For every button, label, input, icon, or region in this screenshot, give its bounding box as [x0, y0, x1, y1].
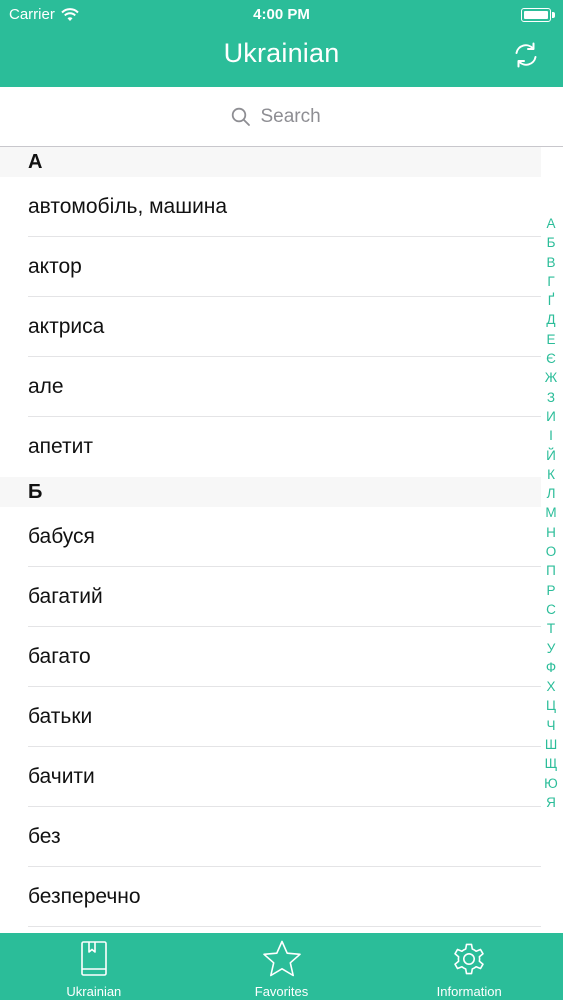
- index-letter[interactable]: Т: [543, 619, 559, 638]
- list-item[interactable]: багатий: [0, 567, 541, 627]
- index-letter[interactable]: Д: [543, 310, 559, 329]
- index-letter[interactable]: Р: [543, 581, 559, 600]
- index-letter[interactable]: З: [543, 388, 559, 407]
- list-item[interactable]: але: [0, 357, 541, 417]
- search-bar: [0, 87, 563, 147]
- index-letter[interactable]: О: [543, 542, 559, 561]
- index-letter[interactable]: Ф: [543, 658, 559, 677]
- index-letter[interactable]: И: [543, 407, 559, 426]
- index-letter[interactable]: У: [543, 639, 559, 658]
- list-item[interactable]: актриса: [0, 297, 541, 357]
- section-index[interactable]: А Б В Г Ґ Д Е Є Ж З И І Й К Л М Н О П Р …: [543, 214, 559, 812]
- index-letter[interactable]: Н: [543, 523, 559, 542]
- list-item[interactable]: апетит: [0, 417, 541, 477]
- index-letter[interactable]: Я: [543, 793, 559, 812]
- list-item[interactable]: без: [0, 807, 541, 867]
- index-letter[interactable]: Й: [543, 446, 559, 465]
- sync-icon[interactable]: [511, 40, 541, 70]
- index-letter[interactable]: Л: [543, 484, 559, 503]
- index-letter[interactable]: Г: [543, 272, 559, 291]
- app-screen: Carrier 4:00 PM Ukrainian Search А автом…: [0, 0, 563, 1000]
- index-letter[interactable]: Є: [543, 349, 559, 368]
- tab-ukrainian[interactable]: Ukrainian: [0, 933, 188, 1000]
- index-letter[interactable]: М: [543, 503, 559, 522]
- index-letter[interactable]: Б: [543, 233, 559, 252]
- index-letter[interactable]: Ц: [543, 696, 559, 715]
- index-letter[interactable]: Щ: [543, 754, 559, 773]
- list-item[interactable]: бачити: [0, 747, 541, 807]
- gear-icon: [454, 943, 484, 975]
- tab-information[interactable]: Information: [375, 933, 563, 1000]
- index-letter[interactable]: Ч: [543, 716, 559, 735]
- list-item[interactable]: автомобіль, машина: [0, 177, 541, 237]
- clock: 4:00 PM: [253, 6, 310, 23]
- index-letter[interactable]: Ш: [543, 735, 559, 754]
- index-letter[interactable]: Ґ: [543, 291, 559, 310]
- index-letter[interactable]: П: [543, 561, 559, 580]
- status-bar: Carrier 4:00 PM: [0, 0, 563, 30]
- tab-favorites[interactable]: Favorites: [188, 933, 376, 1000]
- index-letter[interactable]: К: [543, 465, 559, 484]
- star-icon: [262, 940, 301, 977]
- index-letter[interactable]: С: [543, 600, 559, 619]
- tab-label: Favorites: [254, 984, 309, 999]
- index-letter[interactable]: А: [543, 214, 559, 233]
- list-item[interactable]: безперечно: [0, 867, 541, 927]
- section-header: А: [0, 147, 541, 177]
- list-item[interactable]: багато: [0, 627, 541, 687]
- page-title: Ukrainian: [223, 38, 340, 68]
- list-item[interactable]: бабуся: [0, 507, 541, 567]
- index-letter[interactable]: Х: [543, 677, 559, 696]
- index-letter[interactable]: І: [543, 426, 559, 445]
- list-item[interactable]: батьки: [0, 687, 541, 747]
- word-list: А автомобіль, машина актор актриса але а…: [0, 147, 541, 927]
- book-icon: [81, 941, 107, 976]
- index-letter[interactable]: Ж: [543, 368, 559, 387]
- search-field[interactable]: [0, 103, 563, 131]
- index-letter[interactable]: В: [543, 253, 559, 272]
- index-letter[interactable]: Ю: [543, 774, 559, 793]
- tab-bar: Ukrainian Favorites Information: [0, 933, 563, 1000]
- navigation-bar: Carrier 4:00 PM Ukrainian: [0, 0, 563, 87]
- battery-icon: [521, 8, 555, 22]
- tab-label: Ukrainian: [66, 984, 122, 999]
- search-icon: [231, 107, 250, 126]
- list-item[interactable]: актор: [0, 237, 541, 297]
- section-header: Б: [0, 477, 541, 507]
- index-letter[interactable]: Е: [543, 330, 559, 349]
- search-input[interactable]: [260, 106, 333, 128]
- tab-label: Information: [436, 984, 502, 999]
